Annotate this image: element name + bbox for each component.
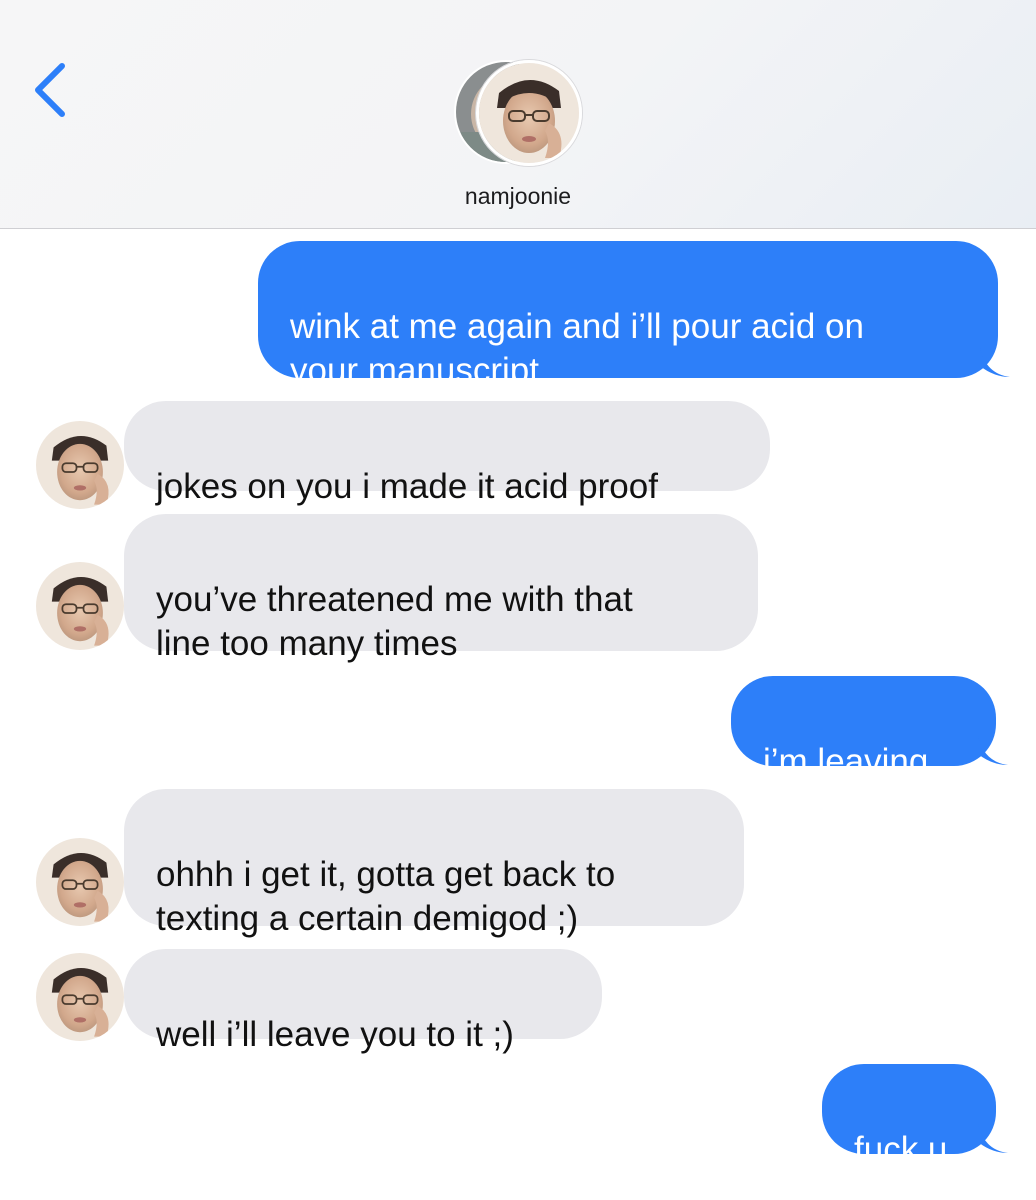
message-text: wink at me again and i’ll pour acid on y… (290, 307, 864, 390)
avatar[interactable] (36, 562, 124, 650)
message-row-received: ohhh i get it, gotta get back to texting… (0, 789, 1036, 938)
chevron-left-icon (35, 63, 65, 117)
contact-avatar-stack[interactable] (454, 60, 584, 166)
message-row-sent: wink at me again and i’ll pour acid on y… (0, 241, 1036, 390)
message-text: well i’ll leave you to it ;) (156, 1015, 514, 1054)
message-row-received: jokes on you i made it acid proof (0, 401, 1036, 509)
message-text: ohhh i get it, gotta get back to texting… (156, 855, 616, 938)
message-bubble-received[interactable]: ohhh i get it, gotta get back to texting… (124, 789, 744, 938)
message-bubble-sent[interactable]: wink at me again and i’ll pour acid on y… (258, 241, 1010, 390)
message-bubble-received[interactable]: jokes on you i made it acid proof (124, 401, 770, 506)
message-row-received: well i’ll leave you to it ;) (0, 949, 1036, 1054)
bubble-tail (978, 736, 1008, 765)
message-bubble-received[interactable]: well i’ll leave you to it ;) (124, 949, 602, 1054)
message-text: you’ve threatened me with that line too … (156, 580, 633, 663)
message-row-sent: fuck u (0, 1064, 1036, 1169)
avatar[interactable] (36, 838, 124, 926)
message-bubble-received[interactable]: you’ve threatened me with that line too … (124, 514, 758, 663)
contact-name[interactable]: namjoonie (0, 183, 1036, 210)
conversation-header: namjoonie (0, 0, 1036, 229)
message-thread: wink at me again and i’ll pour acid on y… (0, 229, 1036, 1200)
message-row-sent: i’m leaving (0, 676, 1036, 781)
message-bubble-sent[interactable]: i’m leaving (731, 676, 1008, 781)
avatar[interactable] (36, 421, 124, 509)
message-text: jokes on you i made it acid proof (156, 467, 658, 506)
back-button[interactable] (28, 60, 78, 120)
message-text: i’m leaving (763, 742, 929, 781)
message-row-received: you’ve threatened me with that line too … (0, 514, 1036, 663)
avatar (476, 60, 582, 166)
avatar[interactable] (36, 953, 124, 1041)
message-bubble-sent[interactable]: fuck u (822, 1064, 1008, 1169)
bubble-tail (980, 348, 1010, 377)
message-text: fuck u (854, 1130, 948, 1169)
bubble-tail (978, 1124, 1008, 1153)
